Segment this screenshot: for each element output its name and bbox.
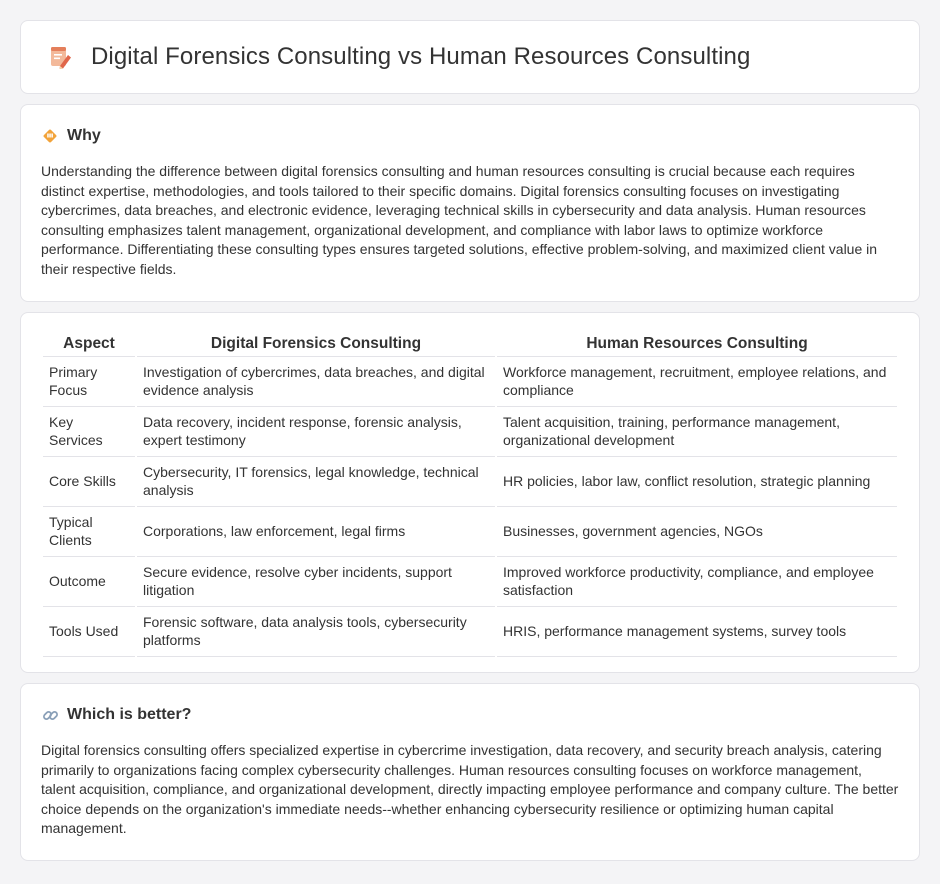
aspect-cell: Key Services bbox=[43, 407, 135, 457]
table-header-row: Aspect Digital Forensics Consulting Huma… bbox=[43, 331, 897, 357]
which-heading: Which is better? bbox=[41, 706, 899, 724]
header-human-resources: Human Resources Consulting bbox=[497, 331, 897, 357]
comparison-table: Aspect Digital Forensics Consulting Huma… bbox=[41, 331, 899, 657]
why-section: Why Understanding the difference between… bbox=[20, 104, 920, 302]
why-text: Understanding the difference between dig… bbox=[41, 163, 878, 277]
which-section: Which is better? Digital forensics consu… bbox=[20, 683, 920, 861]
why-title: Why bbox=[67, 127, 101, 144]
human-resources-cell: Talent acquisition, training, performanc… bbox=[497, 407, 897, 457]
human-resources-cell: Businesses, government agencies, NGOs bbox=[497, 507, 897, 557]
digital-forensics-cell: Data recovery, incident response, forens… bbox=[137, 407, 495, 457]
human-resources-cell: Workforce management, recruitment, emplo… bbox=[497, 357, 897, 407]
link-icon bbox=[41, 706, 59, 724]
aspect-cell: Primary Focus bbox=[43, 357, 135, 407]
human-resources-cell: HRIS, performance management systems, su… bbox=[497, 607, 897, 657]
aspect-cell: Tools Used bbox=[43, 607, 135, 657]
table-row: Core Skills Cybersecurity, IT forensics,… bbox=[43, 457, 897, 507]
table-row: Tools Used Forensic software, data analy… bbox=[43, 607, 897, 657]
human-resources-cell: Improved workforce productivity, complia… bbox=[497, 557, 897, 607]
which-text: Digital forensics consulting offers spec… bbox=[41, 742, 899, 836]
digital-forensics-cell: Corporations, law enforcement, legal fir… bbox=[137, 507, 495, 557]
digital-forensics-cell: Cybersecurity, IT forensics, legal knowl… bbox=[137, 457, 495, 507]
table-row: Primary Focus Investigation of cybercrim… bbox=[43, 357, 897, 407]
diamond-warning-icon bbox=[41, 127, 59, 145]
human-resources-cell: HR policies, labor law, conflict resolut… bbox=[497, 457, 897, 507]
digital-forensics-cell: Secure evidence, resolve cyber incidents… bbox=[137, 557, 495, 607]
page: Digital Forensics Consulting vs Human Re… bbox=[0, 0, 940, 884]
table-row: Outcome Secure evidence, resolve cyber i… bbox=[43, 557, 897, 607]
table-row: Key Services Data recovery, incident res… bbox=[43, 407, 897, 457]
digital-forensics-cell: Investigation of cybercrimes, data breac… bbox=[137, 357, 495, 407]
comparison-card: Aspect Digital Forensics Consulting Huma… bbox=[20, 312, 920, 673]
aspect-cell: Core Skills bbox=[43, 457, 135, 507]
why-heading: Why bbox=[41, 127, 899, 145]
which-title: Which is better? bbox=[67, 706, 192, 723]
header-digital-forensics: Digital Forensics Consulting bbox=[137, 331, 495, 357]
header-aspect: Aspect bbox=[43, 331, 135, 357]
aspect-cell: Typical Clients bbox=[43, 507, 135, 557]
document-pencil-icon bbox=[45, 42, 75, 72]
table-row: Typical Clients Corporations, law enforc… bbox=[43, 507, 897, 557]
digital-forensics-cell: Forensic software, data analysis tools, … bbox=[137, 607, 495, 657]
header-card: Digital Forensics Consulting vs Human Re… bbox=[20, 20, 920, 94]
aspect-cell: Outcome bbox=[43, 557, 135, 607]
page-title: Digital Forensics Consulting vs Human Re… bbox=[91, 43, 751, 70]
